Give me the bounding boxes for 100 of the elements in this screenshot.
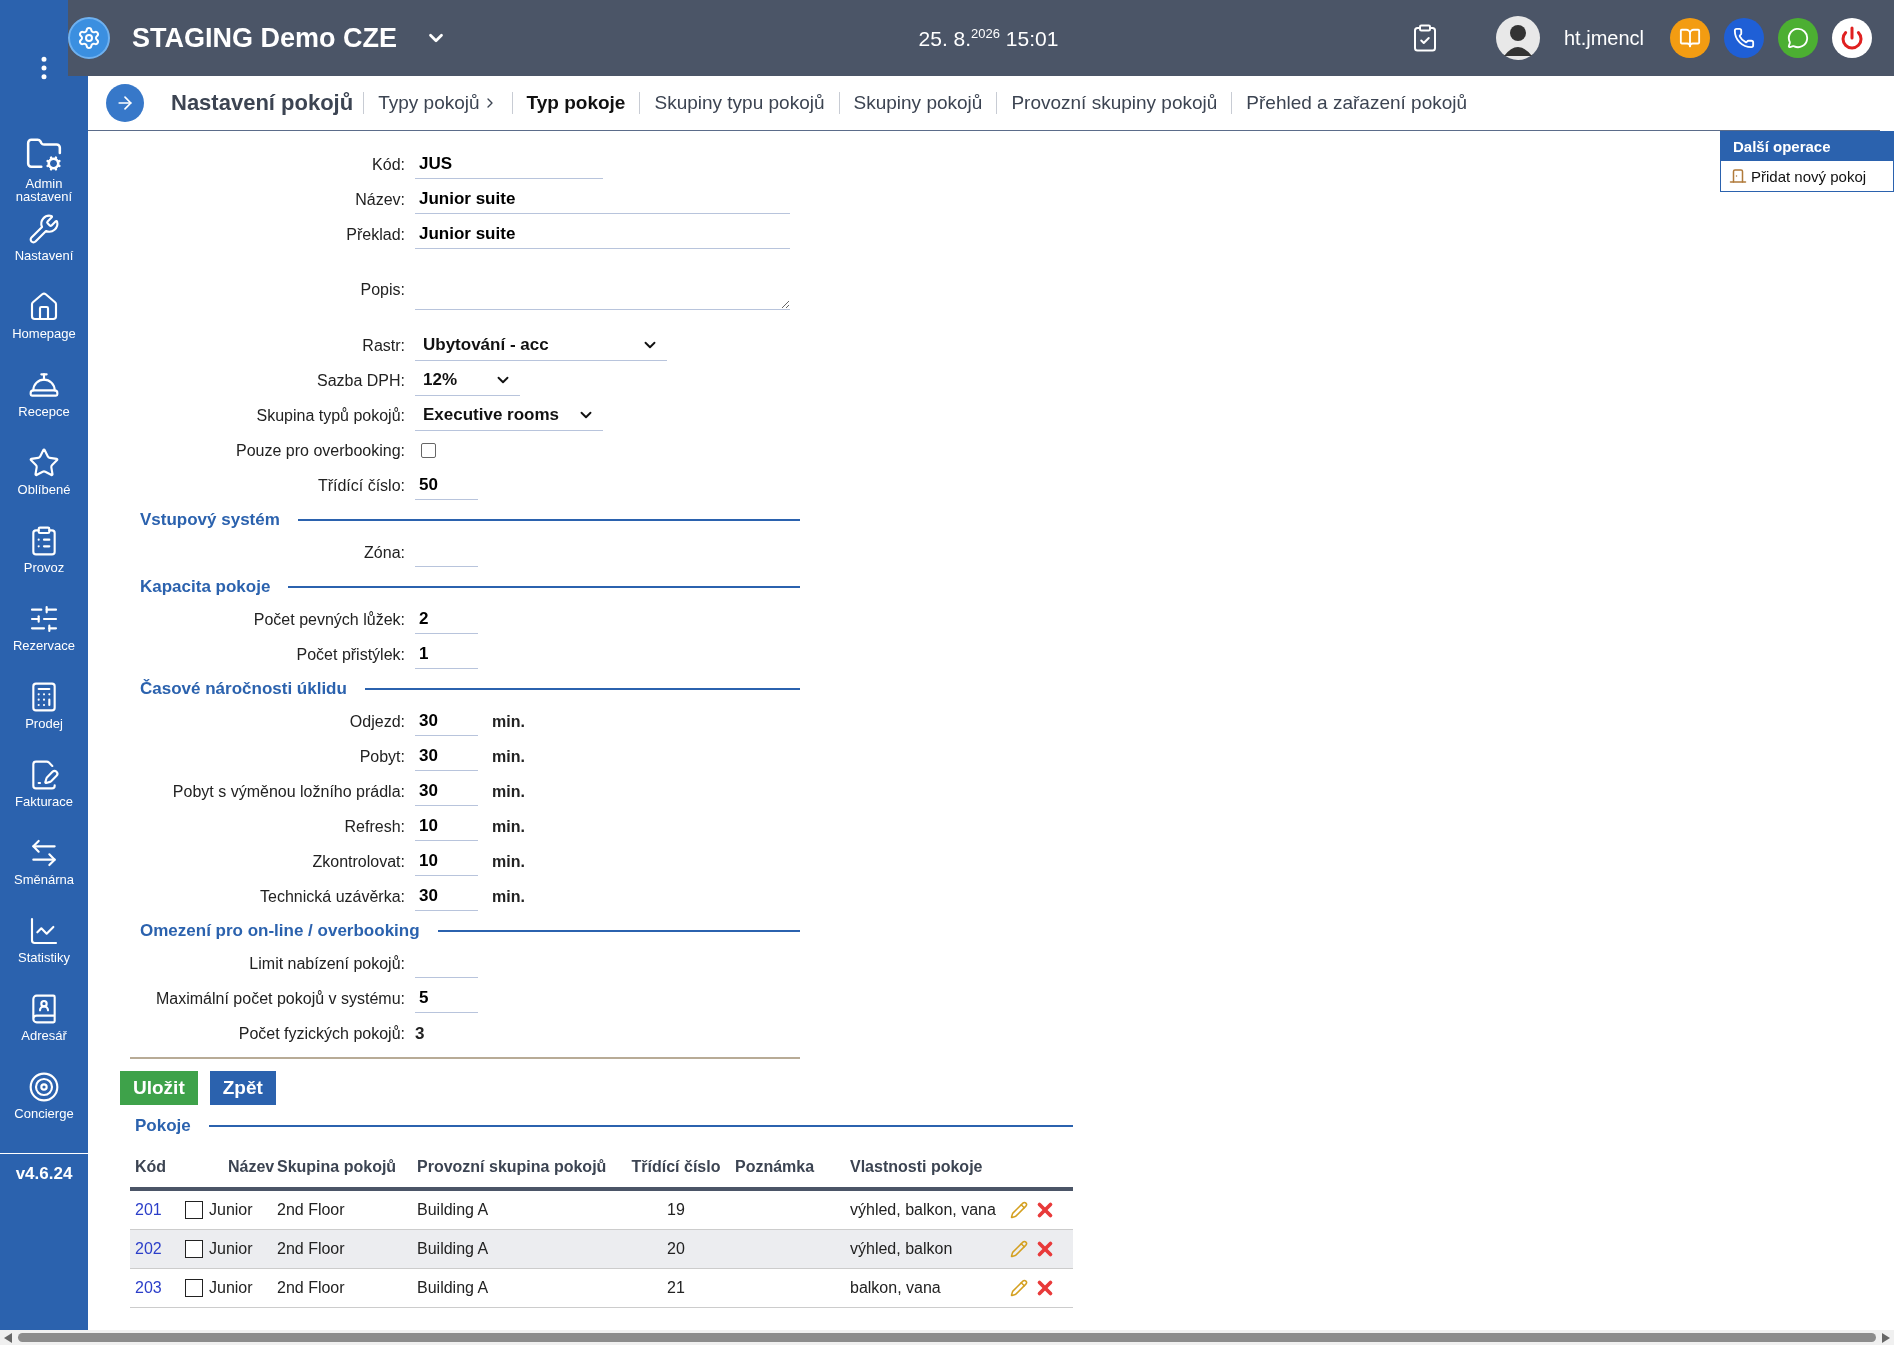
input-field[interactable]: 30: [415, 742, 478, 771]
nav-tab[interactable]: Typy pokojů: [363, 92, 512, 114]
input-field[interactable]: 2: [415, 605, 478, 634]
power-icon: [1840, 26, 1864, 50]
row-checkbox[interactable]: [185, 1240, 203, 1258]
input-field[interactable]: 10: [415, 847, 478, 876]
book-icon: [1679, 27, 1701, 49]
input-field[interactable]: 50: [415, 471, 478, 500]
target-icon: [28, 1071, 60, 1103]
field-label: Popis:: [359, 281, 405, 299]
room-code-link[interactable]: 201: [135, 1201, 162, 1218]
column-header: Poznámka: [734, 1158, 816, 1176]
table-cell-text: 21: [666, 1279, 686, 1297]
sidebar-item[interactable]: Nastavení: [0, 213, 88, 291]
column-header: Provozní skupina pokojů: [416, 1158, 608, 1176]
section-heading: Omezení pro on-line / overbooking: [140, 921, 420, 941]
table-cell-text: Building A: [416, 1279, 490, 1297]
room-code-link[interactable]: 202: [135, 1240, 162, 1257]
sidebar-item[interactable]: Oblíbené: [0, 447, 88, 525]
field-label: Třídící číslo:: [316, 476, 405, 495]
field-label: Odjezd:: [348, 712, 405, 731]
chart-icon: [28, 915, 60, 947]
panel-action[interactable]: Přidat nový pokoj: [1721, 161, 1893, 191]
unit-label: min.: [492, 712, 525, 731]
table-cell-text: 19: [666, 1201, 686, 1219]
horizontal-scrollbar[interactable]: [0, 1330, 1894, 1345]
username[interactable]: ht.jmencl: [1563, 26, 1644, 50]
sidebar-item[interactable]: Recepce: [0, 369, 88, 447]
dropdown[interactable]: Ubytování - acc: [415, 330, 667, 361]
input-field[interactable]: 30: [415, 707, 478, 736]
version-label: v4.6.24: [0, 1153, 88, 1184]
section-heading: Pokoje: [135, 1116, 191, 1136]
field-label: Překlad:: [345, 225, 405, 244]
field-label: Kód:: [371, 155, 405, 174]
page-title: Nastavení pokojů: [171, 90, 354, 116]
row-checkbox[interactable]: [185, 1201, 203, 1219]
arrow-right-button[interactable]: [106, 84, 144, 122]
nav-tab[interactable]: Skupiny typu pokojů: [639, 92, 839, 114]
input-field[interactable]: 5: [415, 984, 478, 1013]
sidebar-item[interactable]: Rezervace: [0, 603, 88, 681]
nav-tab[interactable]: Provozní skupiny pokojů: [996, 92, 1232, 114]
field-label: Zóna:: [363, 543, 405, 562]
settings-icon[interactable]: [68, 17, 110, 59]
sidebar-item[interactable]: Concierge: [0, 1071, 88, 1149]
avatar-icon[interactable]: [1495, 16, 1540, 60]
input-field[interactable]: 10: [415, 812, 478, 841]
scroll-right-icon[interactable]: [1882, 1332, 1890, 1343]
field-label: Refresh:: [343, 817, 405, 836]
folder-gear-icon: [25, 135, 63, 173]
door-icon: [1729, 167, 1747, 185]
nav-tab[interactable]: Přehled a zařazení pokojů: [1231, 92, 1482, 114]
sidebar-item[interactable]: Admin nastavení: [0, 135, 88, 213]
sidebar-item[interactable]: Fakturace: [0, 759, 88, 837]
app-title: STAGING Demo CZE: [132, 22, 398, 54]
field-label: Maximální počet pokojů v systému:: [155, 989, 405, 1008]
input-field[interactable]: 1: [415, 640, 478, 669]
input-field[interactable]: 30: [415, 777, 478, 806]
phone-button[interactable]: [1724, 18, 1764, 58]
section-heading: Kapacita pokoje: [140, 577, 271, 597]
nav-tab[interactable]: Skupiny pokojů: [838, 92, 997, 114]
field-label: Limit nabízení pokojů:: [248, 954, 405, 973]
room-code-link[interactable]: 203: [135, 1279, 162, 1296]
wrench-icon: [28, 213, 60, 245]
nav-tab[interactable]: Typ pokoje: [511, 92, 640, 114]
chat-button[interactable]: [1778, 18, 1818, 58]
field-label: Technická uzávěrka:: [259, 887, 405, 906]
back-button[interactable]: Zpět: [209, 1071, 276, 1105]
sidebar-item[interactable]: Statistiky: [0, 915, 88, 993]
date-time: 25. 8.$^{2026}$ 15:01: [917, 25, 1059, 51]
scroll-left-icon[interactable]: [4, 1332, 12, 1343]
input-field[interactable]: 30: [415, 882, 478, 911]
field-label: Počet pevných lůžek:: [252, 610, 405, 629]
sidebar-item[interactable]: Provoz: [0, 525, 88, 603]
table-cell-text: 2nd Floor: [276, 1201, 346, 1219]
input-field[interactable]: Junior suite: [415, 185, 790, 214]
row-checkbox[interactable]: [185, 1279, 203, 1297]
field-label: Pouze pro overbooking:: [235, 441, 405, 460]
input-field[interactable]: JUS: [415, 150, 603, 179]
sidebar-item[interactable]: Homepage: [0, 291, 88, 369]
checkbox[interactable]: [421, 443, 436, 458]
input-field[interactable]: Junior suite: [415, 220, 790, 249]
unit-label: min.: [492, 747, 525, 766]
section-heading: Vstupový systém: [140, 510, 280, 530]
sidebar-item[interactable]: Prodej: [0, 681, 88, 759]
field-label: Skupina typů pokojů:: [255, 406, 405, 425]
sidebar-item[interactable]: Směnárna: [0, 837, 88, 915]
house-icon: [28, 291, 60, 323]
unit-label: min.: [492, 852, 525, 871]
dropdown[interactable]: 12%: [415, 365, 520, 396]
field-label: Pobyt s výměnou ložního prádla:: [171, 782, 405, 801]
sidebar-item[interactable]: Adresář: [0, 993, 88, 1071]
column-header: Skupina pokojů: [276, 1158, 398, 1176]
dropdown[interactable]: Executive rooms: [415, 400, 604, 431]
phone-icon: [1733, 27, 1755, 49]
table-cell-text: 2nd Floor: [276, 1279, 346, 1297]
power-button[interactable]: [1832, 18, 1872, 58]
table-cell: Junior: [209, 1240, 253, 1258]
column-header: Vlastnosti pokoje: [849, 1158, 984, 1176]
book-button[interactable]: [1670, 18, 1710, 58]
table-cell-text: výhled, balkon, vana: [849, 1201, 997, 1219]
